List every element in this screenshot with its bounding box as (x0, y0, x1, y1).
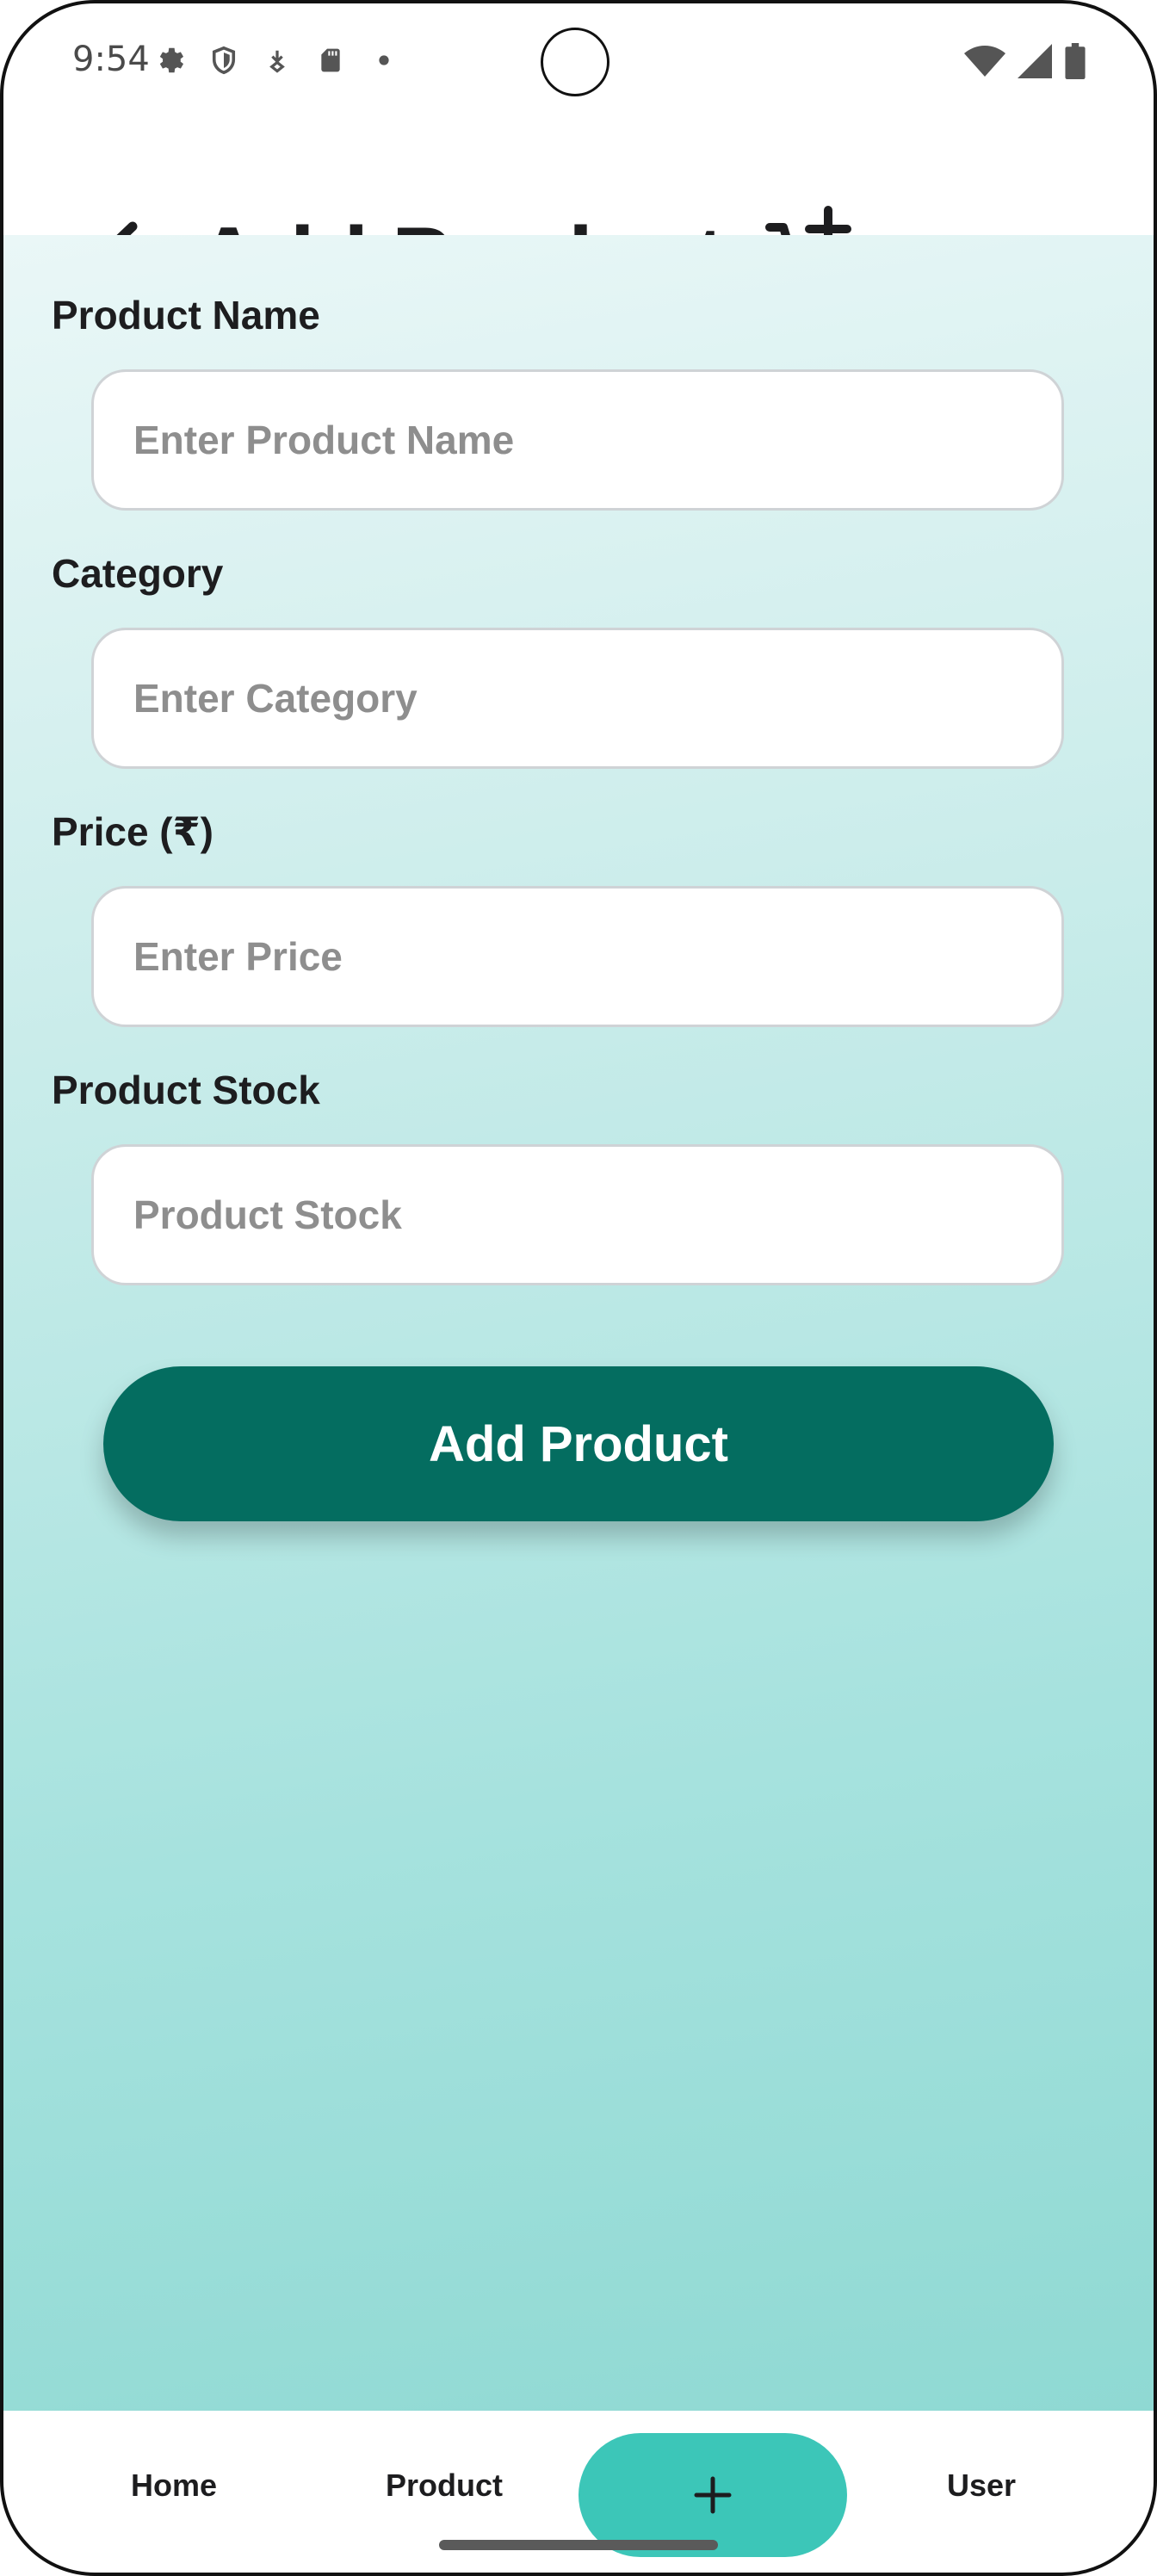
nav-item-home[interactable]: Home (131, 2468, 217, 2504)
product-stock-input[interactable] (91, 1144, 1064, 1285)
signal-icon (1018, 44, 1052, 83)
camera-cutout (541, 28, 609, 96)
nav-item-user[interactable]: User (947, 2468, 1016, 2504)
battery-icon (1064, 43, 1086, 84)
price-input[interactable] (91, 886, 1064, 1027)
plus-icon (694, 2476, 732, 2514)
product-name-label: Product Name (52, 293, 320, 337)
status-icons-right (964, 43, 1086, 84)
form-container: Product Name Category Price (₹) Product … (0, 235, 1157, 2411)
status-icons-left (153, 43, 401, 77)
screen: 9:54 Product Name Enter Product Name Cat… (0, 0, 1157, 2576)
wifi-icon (964, 44, 1005, 83)
gesture-bar[interactable] (439, 2540, 718, 2550)
download-icon (260, 43, 294, 77)
dot-icon (367, 43, 401, 77)
add-product-button[interactable]: Add Product (103, 1366, 1054, 1521)
settings-icon (153, 43, 188, 77)
status-bar: 9:54 (0, 0, 1157, 129)
category-label: Category (52, 551, 224, 596)
price-label: Price (₹) (52, 809, 213, 854)
shield-icon (207, 43, 241, 77)
nav-add-button[interactable] (578, 2433, 847, 2557)
category-input[interactable] (91, 628, 1064, 769)
product-stock-label: Product Stock (52, 1068, 320, 1112)
nav-item-product[interactable]: Product (386, 2468, 503, 2504)
status-time: 9:54 (72, 40, 150, 79)
bottom-nav: Home Product User (0, 2411, 1157, 2576)
sd-card-icon (313, 43, 348, 77)
product-name-input[interactable] (91, 369, 1064, 511)
